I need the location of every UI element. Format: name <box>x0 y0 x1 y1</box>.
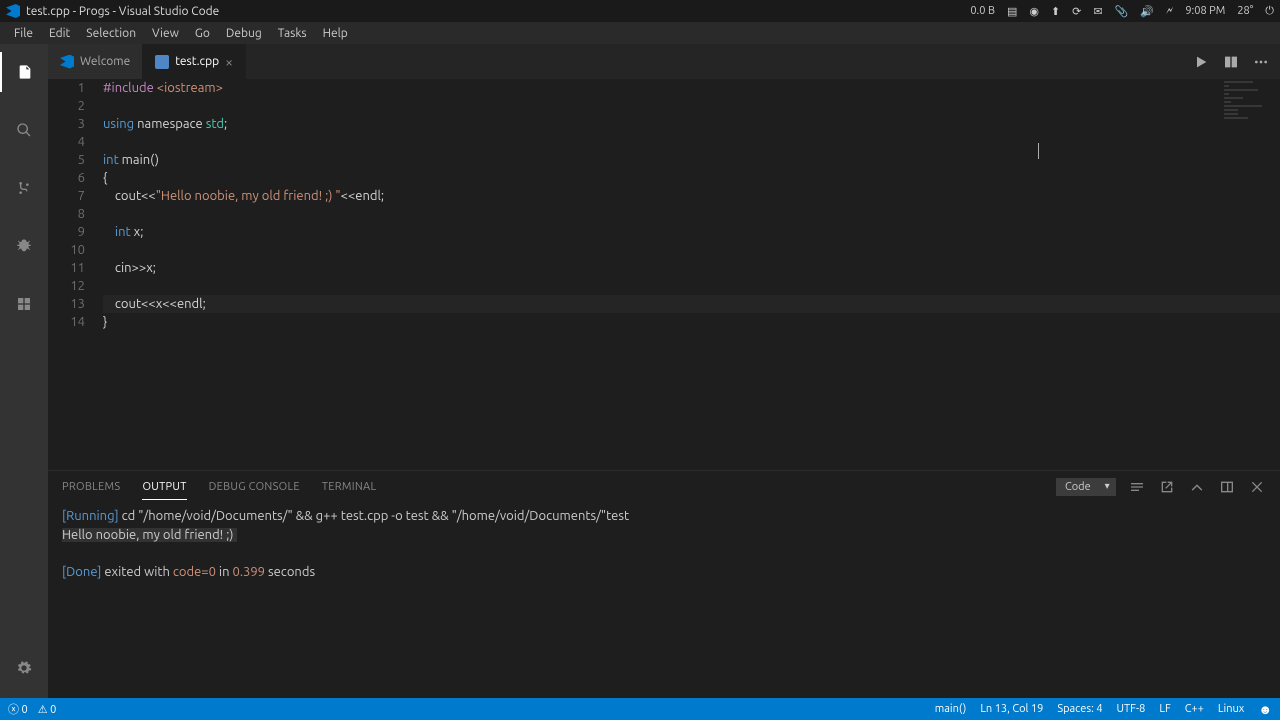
status-bar: ⓧ 0 ⚠ 0 main() Ln 13, Col 19 Spaces: 4 U… <box>0 698 1280 720</box>
list-icon <box>1129 479 1145 495</box>
open-icon <box>1159 479 1175 495</box>
activity-bar <box>0 44 48 698</box>
code-content: #include <iostream> using namespace std;… <box>103 79 1280 470</box>
bottom-panel: PROBLEMS OUTPUT DEBUG CONSOLE TERMINAL C… <box>48 470 1280 698</box>
chevron-up-icon <box>1189 479 1205 495</box>
status-warnings[interactable]: ⚠ 0 <box>38 703 57 716</box>
activity-settings[interactable] <box>0 648 48 688</box>
output-content[interactable]: [Running] cd "/home/void/Documents/" && … <box>48 503 1280 698</box>
menu-debug[interactable]: Debug <box>218 25 270 42</box>
play-icon <box>1193 54 1209 70</box>
battery-icon: 🗲 <box>1166 5 1173 18</box>
more-actions-button[interactable] <box>1252 53 1270 71</box>
status-errors[interactable]: ⓧ 0 <box>8 701 28 717</box>
system-titlebar: test.cpp - Progs - Visual Studio Code 0.… <box>0 0 1280 22</box>
status-os[interactable]: Linux <box>1218 703 1244 715</box>
gear-icon <box>16 660 32 676</box>
minimap[interactable] <box>1224 81 1272 121</box>
panel-tab-debug-console[interactable]: DEBUG CONSOLE <box>209 475 300 499</box>
panel-tab-output[interactable]: OUTPUT <box>142 475 186 500</box>
tab-label: test.cpp <box>175 55 219 68</box>
panel-move-button[interactable] <box>1218 478 1236 496</box>
menu-help[interactable]: Help <box>315 25 356 42</box>
activity-scm[interactable] <box>0 168 48 208</box>
search-icon <box>16 122 32 138</box>
tab-label: Welcome <box>80 55 130 68</box>
status-encoding[interactable]: UTF-8 <box>1117 703 1146 715</box>
branch-icon <box>16 180 32 196</box>
tray-icon: ▤ <box>1007 5 1017 18</box>
vscode-icon <box>60 55 74 69</box>
net-speed: 0.0 B <box>970 5 995 17</box>
tray-icon: 📎 <box>1115 5 1129 18</box>
status-lang[interactable]: C++ <box>1185 703 1204 715</box>
code-editor[interactable]: 1234567891011121314 #include <iostream> … <box>48 79 1280 470</box>
panel-close-button[interactable] <box>1248 478 1266 496</box>
open-panel-button[interactable] <box>1158 478 1176 496</box>
menu-bar: File Edit Selection View Go Debug Tasks … <box>0 22 1280 44</box>
clock: 9:08 PM <box>1185 5 1225 17</box>
toggle-word-wrap-button[interactable] <box>1128 478 1146 496</box>
activity-explorer[interactable] <box>0 52 48 92</box>
tab-file[interactable]: test.cpp × <box>143 44 246 79</box>
tray-icon: ◉ <box>1029 5 1039 18</box>
activity-extensions[interactable] <box>0 284 48 324</box>
system-tray: 0.0 B ▤ ◉ ⬆ ⟳ ✉ 📎 🔊 🗲 9:08 PM 28° ⏻ <box>970 5 1274 18</box>
status-indent[interactable]: Spaces: 4 <box>1057 703 1102 715</box>
panel-maximize-button[interactable] <box>1188 478 1206 496</box>
close-icon[interactable]: × <box>225 54 233 70</box>
files-icon <box>17 64 33 80</box>
menu-edit[interactable]: Edit <box>41 25 78 42</box>
activity-search[interactable] <box>0 110 48 150</box>
feedback-icon[interactable]: ☻ <box>1258 702 1272 717</box>
extensions-icon <box>16 296 32 312</box>
power-icon: ⏻ <box>1265 5 1274 18</box>
menu-tasks[interactable]: Tasks <box>270 25 315 42</box>
window-title: test.cpp - Progs - Visual Studio Code <box>26 5 219 18</box>
output-channel-select[interactable]: Code <box>1056 478 1116 496</box>
temperature: 28° <box>1237 5 1253 17</box>
tray-icon: ✉ <box>1093 5 1102 18</box>
tray-icon: ⟳ <box>1072 5 1081 18</box>
editor-tabs: Welcome test.cpp × <box>48 44 1280 79</box>
menu-view[interactable]: View <box>144 25 187 42</box>
split-icon <box>1223 54 1239 70</box>
activity-debug[interactable] <box>0 226 48 266</box>
panel-tab-problems[interactable]: PROBLEMS <box>62 475 120 499</box>
text-cursor <box>1038 143 1039 159</box>
menu-file[interactable]: File <box>6 25 41 42</box>
volume-icon: 🔊 <box>1140 5 1154 18</box>
status-eol[interactable]: LF <box>1159 703 1170 715</box>
tray-icon: ⬆ <box>1051 5 1060 18</box>
vscode-icon <box>6 4 20 18</box>
close-icon <box>1249 479 1265 495</box>
bug-icon <box>16 238 32 254</box>
status-cursor-pos[interactable]: Ln 13, Col 19 <box>980 703 1043 715</box>
layout-icon <box>1219 479 1235 495</box>
menu-go[interactable]: Go <box>187 25 218 42</box>
ellipsis-icon <box>1253 54 1269 70</box>
line-gutter: 1234567891011121314 <box>48 79 103 470</box>
menu-selection[interactable]: Selection <box>78 25 144 42</box>
status-scope[interactable]: main() <box>935 703 967 715</box>
tab-welcome[interactable]: Welcome <box>48 44 143 79</box>
panel-tab-terminal[interactable]: TERMINAL <box>322 475 377 499</box>
run-code-button[interactable] <box>1192 53 1210 71</box>
cpp-file-icon <box>155 55 169 69</box>
split-editor-button[interactable] <box>1222 53 1240 71</box>
